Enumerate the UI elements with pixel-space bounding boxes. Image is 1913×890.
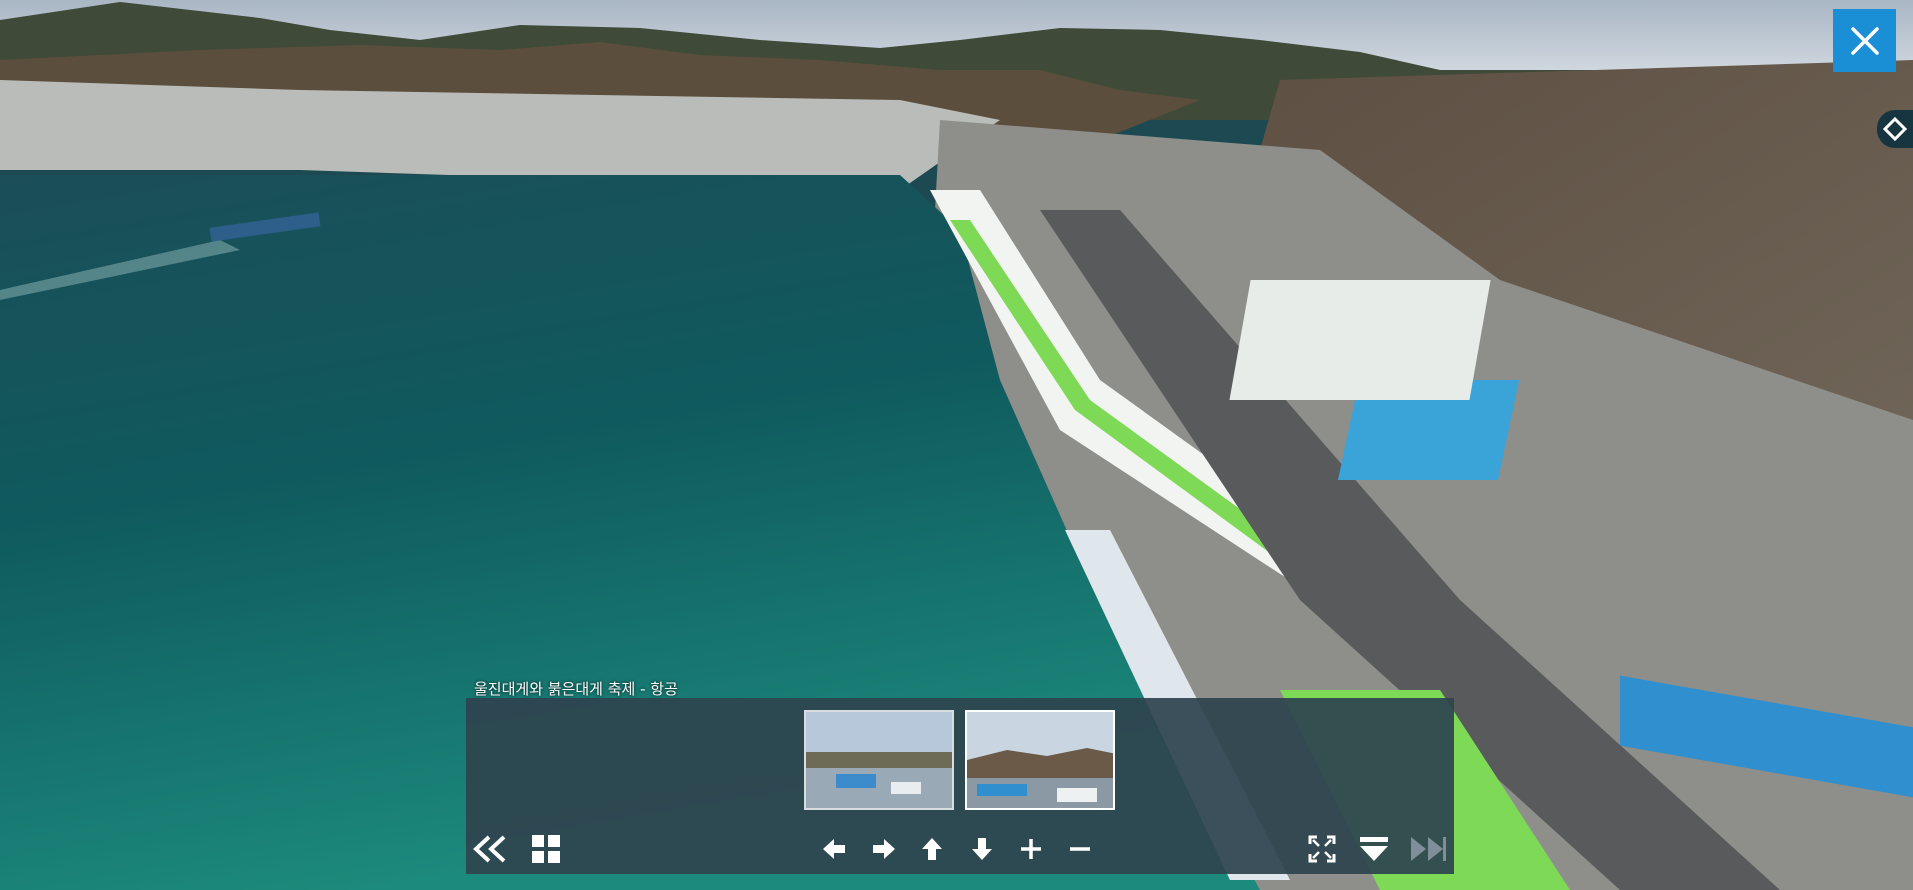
fast-forward-button[interactable]: [1408, 829, 1448, 869]
fullscreen-button[interactable]: [1304, 829, 1340, 869]
thumbnail-1-image: [806, 712, 952, 808]
building-white: [1229, 280, 1491, 400]
tour-control-panel: [466, 698, 1454, 874]
arrow-down-icon: [972, 838, 992, 860]
hide-panel-button[interactable]: [1356, 829, 1392, 869]
arrow-left-icon: [823, 839, 845, 859]
grid-button[interactable]: [526, 829, 566, 869]
thumbnail-1[interactable]: [804, 710, 954, 810]
thumbnail-2-image: [967, 712, 1113, 808]
close-icon: [1850, 26, 1879, 55]
close-button[interactable]: [1833, 9, 1896, 72]
grid-icon: [532, 835, 560, 863]
rewind-button[interactable]: [470, 829, 510, 869]
hide-panel-icon: [1360, 837, 1388, 861]
thumbnail-2[interactable]: [965, 710, 1115, 810]
zoom-out-icon: [1070, 847, 1090, 851]
move-up-button[interactable]: [914, 829, 950, 869]
fullscreen-icon: [1308, 835, 1336, 863]
move-down-button[interactable]: [964, 829, 1000, 869]
diamond-marker-icon: [1883, 117, 1907, 141]
zoom-out-button[interactable]: [1062, 829, 1098, 869]
fast-forward-icon: [1411, 837, 1446, 861]
side-marker-button[interactable]: [1877, 110, 1913, 148]
arrow-up-icon: [922, 838, 942, 860]
zoom-in-button[interactable]: [1013, 829, 1049, 869]
move-right-button[interactable]: [866, 829, 902, 869]
rewind-icon: [473, 835, 506, 863]
arrow-right-icon: [873, 839, 895, 859]
scene-caption: 울진대게와 붉은대게 축제 - 항공: [474, 680, 678, 698]
zoom-in-icon: [1021, 839, 1041, 859]
move-left-button[interactable]: [816, 829, 852, 869]
